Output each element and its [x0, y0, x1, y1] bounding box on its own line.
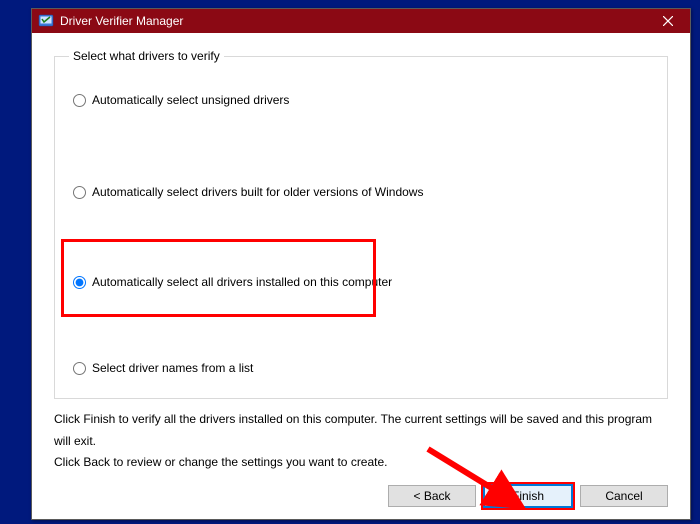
radio-all-input[interactable] — [73, 276, 86, 289]
radio-list-input[interactable] — [73, 362, 86, 375]
finish-button[interactable]: Finish — [484, 485, 572, 507]
radio-option-unsigned[interactable]: Automatically select unsigned drivers — [73, 93, 289, 107]
driver-selection-group: Select what drivers to verify Automatica… — [54, 49, 668, 399]
description-text: Click Finish to verify all the drivers i… — [54, 409, 668, 474]
radio-list-label[interactable]: Select driver names from a list — [92, 361, 253, 375]
radio-unsigned-input[interactable] — [73, 94, 86, 107]
dialog-window: Driver Verifier Manager Select what driv… — [31, 8, 691, 520]
back-button[interactable]: < Back — [388, 485, 476, 507]
app-icon — [38, 13, 54, 29]
radio-option-older-windows[interactable]: Automatically select drivers built for o… — [73, 185, 423, 199]
radio-option-from-list[interactable]: Select driver names from a list — [73, 361, 253, 375]
radio-all-label[interactable]: Automatically select all drivers install… — [92, 275, 392, 289]
cancel-button[interactable]: Cancel — [580, 485, 668, 507]
radio-older-label[interactable]: Automatically select drivers built for o… — [92, 185, 423, 199]
description-line-1: Click Finish to verify all the drivers i… — [54, 409, 668, 452]
radio-option-all-drivers[interactable]: Automatically select all drivers install… — [73, 275, 392, 289]
radio-older-input[interactable] — [73, 186, 86, 199]
window-title: Driver Verifier Manager — [60, 14, 646, 28]
close-icon — [663, 16, 673, 26]
dialog-body: Select what drivers to verify Automatica… — [32, 33, 690, 519]
titlebar: Driver Verifier Manager — [32, 9, 690, 33]
radio-unsigned-label[interactable]: Automatically select unsigned drivers — [92, 93, 289, 107]
button-row: < Back Finish Cancel — [388, 485, 668, 507]
group-legend: Select what drivers to verify — [69, 49, 224, 63]
close-button[interactable] — [646, 9, 690, 33]
description-line-2: Click Back to review or change the setti… — [54, 452, 668, 474]
